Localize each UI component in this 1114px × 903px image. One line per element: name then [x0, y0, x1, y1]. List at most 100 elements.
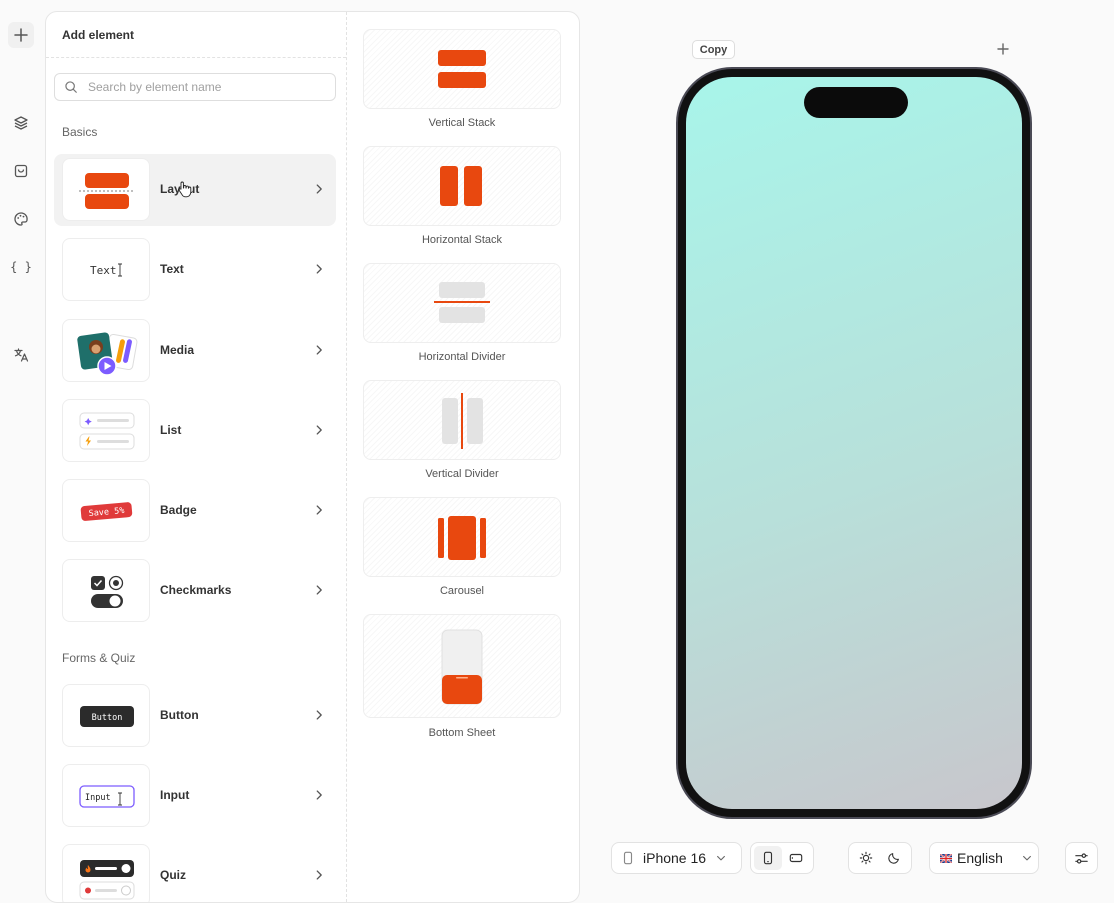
chevron-down-icon — [717, 855, 725, 861]
element-label: Button — [160, 708, 199, 722]
layers-tool[interactable] — [8, 110, 34, 136]
media-thumbnail — [62, 319, 150, 382]
copy-screen-button[interactable]: Copy — [692, 40, 735, 59]
layout-option-vertical-divider[interactable] — [363, 380, 561, 460]
portrait-phone-icon — [763, 851, 773, 865]
layout-option-label: Carousel — [439, 585, 485, 597]
add-element-panel: Add element Basics Layout Text Text — [45, 11, 580, 903]
badge-thumbnail: Save 5% — [62, 479, 150, 542]
theme-toggle — [848, 842, 912, 874]
palette-icon — [14, 212, 28, 226]
chevron-down-icon — [1023, 855, 1031, 861]
layout-option-label: Vertical Divider — [425, 468, 499, 480]
element-row-button[interactable]: Button Button — [54, 680, 336, 752]
device-select-value: iPhone 16 — [643, 850, 707, 866]
phone-icon — [623, 851, 633, 865]
device-select[interactable]: iPhone 16 — [611, 842, 742, 874]
translate-tool[interactable] — [8, 342, 34, 368]
sliders-icon — [1075, 852, 1088, 864]
layout-option-label: Horizontal Stack — [421, 234, 503, 246]
vertical-divider-preview — [442, 393, 483, 449]
text-thumbnail: Text — [62, 238, 150, 301]
chevron-right-icon — [316, 505, 322, 515]
thumb-text: Input — [85, 793, 111, 803]
dark-mode-button[interactable] — [880, 846, 908, 870]
carousel-preview — [438, 516, 486, 560]
panel-title: Add element — [62, 28, 135, 42]
dynamic-island — [804, 87, 908, 118]
divider — [46, 57, 346, 58]
light-mode-button[interactable] — [852, 846, 880, 870]
search-input[interactable] — [86, 79, 330, 95]
element-label: Media — [160, 343, 195, 357]
element-categories: Add element Basics Layout Text Text — [46, 12, 347, 902]
layout-option-bottom-sheet[interactable] — [363, 614, 561, 718]
layout-option-label: Horizontal Divider — [418, 351, 506, 363]
landscape-phone-icon — [789, 853, 803, 863]
sun-icon — [859, 851, 873, 865]
element-label: Badge — [160, 503, 197, 517]
phone-preview — [676, 67, 1032, 819]
phone-screen[interactable] — [686, 77, 1022, 809]
element-row-media[interactable]: Media — [54, 315, 336, 387]
element-row-input[interactable]: Input Input — [54, 760, 336, 832]
element-label: Input — [160, 788, 190, 802]
inbox-icon — [14, 164, 28, 178]
section-basics: Basics — [62, 125, 98, 139]
chevron-right-icon — [316, 425, 322, 435]
element-row-text[interactable]: Text Text — [54, 234, 336, 306]
language-select-value: English — [957, 850, 1003, 866]
add-screen-plus-icon[interactable] — [995, 41, 1011, 57]
chevron-right-icon — [316, 710, 322, 720]
element-row-layout[interactable]: Layout — [54, 154, 336, 226]
element-label: Text — [160, 262, 184, 276]
element-row-quiz[interactable]: Quiz — [54, 840, 336, 902]
chevron-right-icon — [316, 870, 322, 880]
chevron-right-icon — [316, 345, 322, 355]
list-thumbnail — [62, 399, 150, 462]
chevron-right-icon — [316, 585, 322, 595]
checkmarks-thumbnail — [62, 559, 150, 622]
hand-cursor-icon — [178, 181, 192, 198]
orientation-toggle — [750, 842, 814, 874]
horizontal-divider-preview — [434, 282, 490, 323]
layout-option-horizontal-stack[interactable] — [363, 146, 561, 226]
input-thumbnail: Input — [62, 764, 150, 827]
element-label: Quiz — [160, 868, 186, 882]
language-select[interactable]: English — [929, 842, 1039, 874]
layout-option-label: Bottom Sheet — [428, 727, 496, 739]
layout-option-horizontal-divider[interactable] — [363, 263, 561, 343]
button-thumbnail: Button — [62, 684, 150, 747]
horizontal-stack-preview — [440, 166, 482, 206]
quiz-thumbnail — [62, 844, 150, 902]
layout-thumbnail — [62, 158, 150, 221]
braces-icon: { } — [10, 260, 32, 274]
bottom-sheet-preview — [441, 629, 483, 705]
preview-settings-button[interactable] — [1065, 842, 1098, 874]
plus-icon — [14, 28, 28, 42]
layout-option-vertical-stack[interactable] — [363, 29, 561, 109]
add-element-tool[interactable] — [8, 22, 34, 48]
code-tool[interactable]: { } — [8, 254, 34, 280]
translate-icon — [14, 348, 29, 362]
element-row-list[interactable]: List — [54, 395, 336, 467]
uk-flag-icon — [940, 853, 952, 863]
chevron-right-icon — [316, 790, 322, 800]
element-row-badge[interactable]: Save 5% Badge — [54, 475, 336, 547]
layout-option-carousel[interactable] — [363, 497, 561, 577]
search-box — [54, 73, 336, 101]
chevron-right-icon — [316, 264, 322, 274]
element-label: Checkmarks — [160, 583, 232, 597]
products-tool[interactable] — [8, 158, 34, 184]
theme-tool[interactable] — [8, 206, 34, 232]
chevron-right-icon — [316, 184, 322, 194]
portrait-button[interactable] — [754, 846, 782, 870]
layers-icon — [14, 116, 28, 130]
search-icon — [64, 80, 78, 94]
thumb-text: Text — [90, 264, 117, 277]
element-row-checkmarks[interactable]: Checkmarks — [54, 555, 336, 627]
moon-icon — [888, 853, 899, 864]
landscape-button[interactable] — [782, 846, 810, 870]
vertical-stack-preview — [438, 50, 486, 88]
section-forms-quiz: Forms & Quiz — [62, 651, 136, 665]
